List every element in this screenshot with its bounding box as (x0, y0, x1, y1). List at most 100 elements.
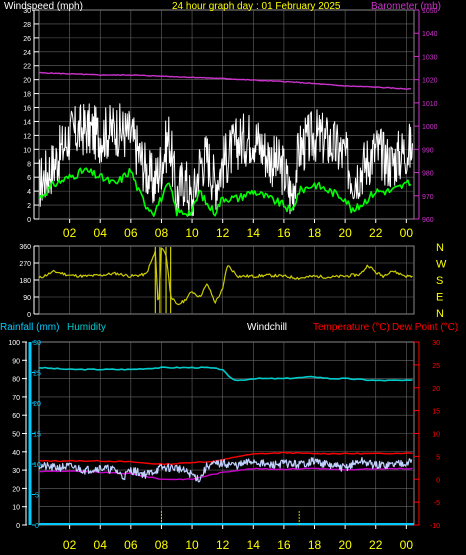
rainfall-tick-label: 30 (33, 340, 41, 347)
wind-direction-panel: 360270180900NWSEN (19, 242, 447, 320)
temperature-tick-label: 0 (436, 477, 440, 484)
temperature-tick-label: 5 (436, 454, 440, 461)
humidity-tick-label: 70 (12, 395, 20, 402)
time-tick-label: 06 (124, 538, 138, 552)
wind-direction-tick-label: 90 (23, 295, 31, 302)
wind-direction-tick-label: 180 (19, 278, 31, 285)
barometer-axis-label: Barometer (mb) (371, 1, 441, 12)
windspeed-tick-label: 2 (27, 203, 31, 210)
temp-humidity-panel: 0102030405060708090100051015202530-10-50… (0, 322, 458, 552)
barometer-tick-label: 1020 (422, 78, 438, 85)
humidity-tick-label: 20 (12, 486, 20, 493)
temperature-tick-label: 30 (432, 340, 440, 347)
rainfall-axis-label: Rainfall (mm) (0, 322, 59, 333)
time-tick-label: 12 (216, 226, 230, 240)
humidity-tick-label: 0 (16, 523, 20, 530)
time-tick-label: 06 (124, 226, 138, 240)
temperature-tick-label: -10 (430, 523, 440, 530)
windchill-legend-label: Windchill (247, 322, 287, 333)
humidity-tick-label: 40 (12, 450, 20, 457)
rainfall-tick-label: 10 (33, 462, 41, 469)
time-tick-label: 00 (400, 226, 414, 240)
time-tick-label: 02 (63, 226, 77, 240)
windspeed-tick-label: 22 (23, 64, 31, 71)
barometer-line (38, 71, 412, 90)
windspeed-tick-label: 16 (23, 106, 31, 113)
time-tick-label: 10 (185, 226, 199, 240)
wind-baro-series (38, 71, 413, 217)
windspeed-tick-label: 6 (27, 175, 31, 182)
windspeed-tick-label: 12 (23, 133, 31, 140)
humidity-tick-label: 10 (12, 505, 20, 512)
barometer-tick-label: 1040 (422, 31, 438, 38)
humidity-tick-label: 80 (12, 377, 20, 384)
time-tick-label: 08 (155, 538, 169, 552)
time-tick-label: 14 (247, 538, 261, 552)
wind-direction-line (38, 247, 413, 306)
time-tick-label: 18 (308, 226, 322, 240)
time-tick-label: 04 (94, 538, 108, 552)
time-tick-label: 12 (216, 538, 230, 552)
windspeed-tick-label: 26 (23, 36, 31, 43)
rainfall-tick-label: 25 (33, 371, 41, 378)
time-tick-label: 00 (400, 538, 414, 552)
windspeed-tick-label: 18 (23, 92, 31, 99)
humidity-axis-label: Humidity (67, 322, 106, 333)
time-tick-label: 02 (63, 538, 77, 552)
weather-chart-svg: 0246810121416182022242628309609709809901… (0, 1, 458, 552)
rainfall-tick-label: 20 (33, 401, 41, 408)
humidity-tick-label: 90 (12, 358, 20, 365)
time-tick-label: 16 (277, 538, 291, 552)
barometer-tick-label: 960 (422, 217, 434, 224)
humidity-tick-label: 30 (12, 468, 20, 475)
windspeed-tick-label: 4 (27, 189, 31, 196)
compass-label: E (436, 292, 443, 304)
windspeed-tick-label: 8 (27, 161, 31, 168)
windspeed-tick-label: 20 (23, 78, 31, 85)
windspeed-tick-label: 10 (23, 147, 31, 154)
windspeed-tick-label: 0 (27, 217, 31, 224)
humidity-tick-label: 100 (8, 340, 20, 347)
compass-label: N (436, 308, 444, 320)
wind-baro-panel: 0246810121416182022242628309609709809901… (4, 1, 441, 240)
temperature-tick-label: 15 (432, 409, 440, 416)
rainfall-tick-label: 15 (33, 432, 41, 439)
windspeed-axis-label: Windspeed (mph) (4, 1, 83, 12)
chart-title: 24 hour graph day : 01 February 2025 (172, 1, 341, 12)
wind-direction-tick-label: 270 (19, 261, 31, 268)
wind-direction-tick-label: 0 (27, 312, 31, 319)
time-tick-label: 22 (369, 226, 383, 240)
temperature-tick-label: 20 (432, 386, 440, 393)
barometer-tick-label: 980 (422, 171, 434, 178)
dewpoint-legend-label: Dew Point (°C) (392, 322, 458, 333)
temperature-tick-label: 25 (432, 363, 440, 370)
time-tick-label: 14 (247, 226, 261, 240)
time-tick-label: 18 (308, 538, 322, 552)
time-tick-label: 04 (94, 226, 108, 240)
windspeed-tick-label: 24 (23, 50, 31, 57)
barometer-tick-label: 990 (422, 147, 434, 154)
barometer-tick-label: 970 (422, 194, 434, 201)
humidity-tick-label: 60 (12, 413, 20, 420)
time-tick-label: 22 (369, 538, 383, 552)
compass-label: N (436, 242, 444, 254)
compass-label: W (436, 259, 447, 271)
humidity-tick-label: 50 (12, 432, 20, 439)
time-tick-label: 16 (277, 226, 291, 240)
temperature-tick-label: 10 (432, 432, 440, 439)
time-tick-label: 10 (185, 538, 199, 552)
wind-direction-grid (39, 246, 414, 314)
windspeed-tick-label: 28 (23, 22, 31, 29)
barometer-tick-label: 1030 (422, 54, 438, 61)
barometer-tick-label: 1010 (422, 101, 438, 108)
time-tick-label: 20 (338, 538, 352, 552)
temperature-tick-label: -5 (434, 500, 440, 507)
weather-graph: 0 2 4 6 8 10 12 14 16 18 20 22 24 26 28 30 960 970 980 990 1… (0, 0, 466, 555)
time-tick-label: 20 (338, 226, 352, 240)
temp-humidity-series (38, 366, 414, 525)
rainfall-tick-label: 0 (35, 523, 39, 530)
wind-direction-tick-label: 360 (19, 244, 31, 251)
rainfall-tick-label: 5 (35, 493, 39, 500)
compass-label: S (436, 275, 443, 287)
barometer-tick-label: 1000 (422, 124, 438, 131)
